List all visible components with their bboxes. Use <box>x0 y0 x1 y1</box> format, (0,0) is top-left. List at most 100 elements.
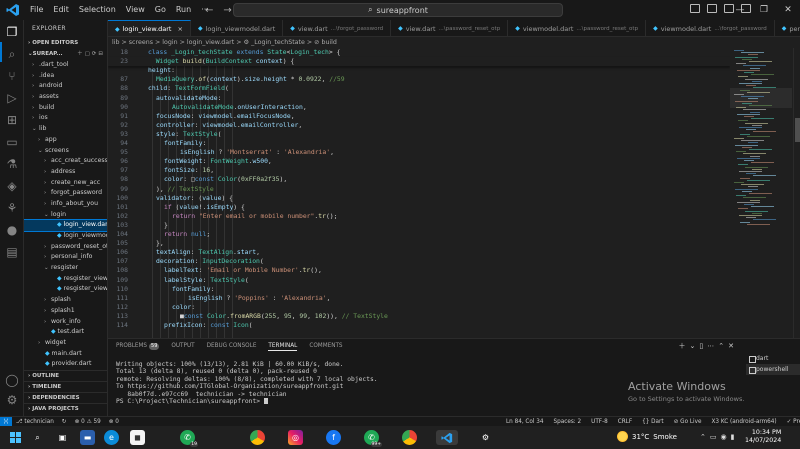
menu-item-go[interactable]: Go <box>150 0 171 20</box>
tab-6[interactable]: ◆ per <box>775 20 800 36</box>
clock[interactable]: 10:34 PM 14/07/2024 <box>745 429 781 445</box>
tab-5[interactable]: ◆ viewmodel.dart ...\forgot_password <box>646 20 775 36</box>
extensions-icon[interactable]: ⊞ <box>4 112 20 128</box>
chrome-profile-icon[interactable] <box>402 430 417 445</box>
tree-item[interactable]: ⌄ screens <box>24 146 107 157</box>
panel-tab-problems[interactable]: PROBLEMS 59 <box>116 341 160 351</box>
toggle-sidebar-icon[interactable] <box>690 4 700 13</box>
account-icon[interactable]: ◯ <box>4 372 20 388</box>
whatsapp-icon[interactable]: ✆ 19 <box>180 430 198 447</box>
tree-item[interactable]: ◆ resgister_viewmo... <box>24 284 107 295</box>
file-explorer-icon[interactable]: ▬ <box>80 430 95 445</box>
tree-item[interactable]: › assets <box>24 92 107 103</box>
windows-start-icon[interactable] <box>10 432 21 443</box>
tree-item[interactable]: › .dart_tool <box>24 60 107 71</box>
panel-tab-terminal[interactable]: TERMINAL <box>268 341 298 351</box>
tree-item[interactable]: › password_reset_otp <box>24 242 107 253</box>
tab-0[interactable]: ◆ login_view.dart × <box>108 20 191 36</box>
tree-item[interactable]: ◆ login_view.dart <box>24 219 107 232</box>
tree-item[interactable]: ◆ test.dart <box>24 327 107 338</box>
close-icon[interactable]: ✕ <box>776 0 800 20</box>
facebook-icon[interactable]: f <box>326 430 341 445</box>
terminal-instance-powershell[interactable]: powershell <box>746 364 800 375</box>
settings-gear-icon[interactable]: ⚙ <box>478 430 493 445</box>
testing-icon[interactable]: ⚗ <box>4 156 20 172</box>
run-debug-icon[interactable]: ▷ <box>4 90 20 106</box>
scrollbar-thumb[interactable] <box>795 118 800 142</box>
editor-scrollbar[interactable] <box>793 48 800 338</box>
tree-item[interactable]: ⌄ resgister <box>24 263 107 274</box>
restore-icon[interactable]: ❐ <box>752 0 776 20</box>
menu-item-run[interactable]: Run <box>171 0 196 20</box>
source-control-icon[interactable]: ⑂ <box>4 68 20 84</box>
task-view-icon[interactable]: ▣ <box>55 430 70 445</box>
tree-item[interactable]: ⌄ login <box>24 210 107 221</box>
tree-item[interactable]: ◆ login_viewmodel.... <box>24 231 107 242</box>
tree-item[interactable]: ◆ resgister_view.dart <box>24 274 107 285</box>
explorer-actions[interactable]: ＋▢⟳⊟ <box>77 49 105 60</box>
tree-item[interactable]: › .idea <box>24 71 107 82</box>
outline-section[interactable]: › OUTLINE <box>24 370 107 381</box>
back-arrow-icon[interactable]: ← <box>205 5 213 16</box>
forward-arrow-icon[interactable]: → <box>223 5 231 16</box>
tab-2[interactable]: ◆ view.dart ...\forgot_password <box>283 20 392 36</box>
panel-tab-debug-console[interactable]: DEBUG CONSOLE <box>207 341 257 351</box>
menu-item-view[interactable]: View <box>121 0 150 20</box>
tree-item[interactable]: ◆ provider.dart <box>24 359 107 370</box>
tree-item[interactable]: › address <box>24 167 107 178</box>
tree-item[interactable]: › acc_creat_successf... <box>24 156 107 167</box>
docker-icon[interactable]: ◈ <box>4 178 20 194</box>
tree-item[interactable]: › splash <box>24 295 107 306</box>
terminal-instance-dart[interactable]: dart <box>746 353 800 364</box>
minimap[interactable] <box>730 48 792 338</box>
tree-item[interactable]: › app <box>24 135 107 146</box>
tree-item[interactable]: › work_info <box>24 317 107 328</box>
panel-tab-comments[interactable]: COMMENTS <box>309 341 342 351</box>
menu-item-edit[interactable]: Edit <box>48 0 74 20</box>
instagram-icon[interactable]: ◎ <box>288 430 303 445</box>
tree-item[interactable]: ⌄ lib <box>24 124 107 135</box>
explorer-icon[interactable]: ❐ <box>4 24 20 40</box>
whatsapp-business-icon[interactable]: ✆ 99+ <box>364 430 382 447</box>
panel-actions[interactable]: ＋⌄▯⋯⌃✕ <box>679 341 738 351</box>
open-editors-section[interactable]: › OPEN EDITORS <box>24 38 107 49</box>
tree-item[interactable]: › build <box>24 103 107 114</box>
command-center-search[interactable]: ⌕ sureappfront <box>233 3 563 17</box>
code-editor[interactable]: 18 class _Login_techState extends State<L… <box>108 48 730 338</box>
tree-item[interactable]: › create_new_acc <box>24 178 107 189</box>
tab-4[interactable]: ◆ viewmodel.dart ...\password_reset_otp <box>508 20 647 36</box>
system-tray[interactable]: ⌃▭◉▮ <box>700 433 738 441</box>
tree-item[interactable]: › android <box>24 81 107 92</box>
tree-item[interactable]: › ios <box>24 113 107 124</box>
toggle-panel-icon[interactable] <box>707 4 717 13</box>
remote-explorer-icon[interactable]: ▭ <box>4 134 20 150</box>
panel-tab-output[interactable]: OUTPUT <box>171 341 194 351</box>
tree-item[interactable]: › forgot_password <box>24 188 107 199</box>
edge-icon[interactable]: e <box>104 430 119 445</box>
menu-item-selection[interactable]: Selection <box>74 0 121 20</box>
tree-item[interactable]: › personal_info <box>24 252 107 263</box>
tab-1[interactable]: ◆ login_viewmodel.dart <box>191 20 284 36</box>
timeline-section[interactable]: › TIMELINE <box>24 381 107 392</box>
github-icon[interactable]: ● <box>4 222 20 238</box>
vscode-taskbar-icon[interactable] <box>436 430 458 445</box>
tree-item[interactable]: › info_about_you <box>24 199 107 210</box>
manage-gear-icon[interactable]: ⚙ <box>4 392 20 408</box>
search-icon[interactable]: ⌕ <box>4 46 20 62</box>
flask-icon[interactable]: ⚘ <box>4 200 20 216</box>
bookmark-icon[interactable]: ▤ <box>4 244 20 260</box>
tree-item[interactable]: ◆ main.dart <box>24 349 107 360</box>
terminal-output[interactable]: Writing objects: 100% (13/13), 2.81 KiB … <box>116 361 378 405</box>
dependencies-section[interactable]: › DEPENDENCIES <box>24 392 107 403</box>
minimize-icon[interactable]: — <box>728 0 752 20</box>
search-icon[interactable]: ⌕ <box>30 430 45 445</box>
menu-item-file[interactable]: File <box>25 0 48 20</box>
tab-3[interactable]: ◆ view.dart ...\password_reset_otp <box>391 20 509 36</box>
java-projects-section[interactable]: › JAVA PROJECTS <box>24 403 107 414</box>
tree-item[interactable]: › splash1 <box>24 306 107 317</box>
close-icon[interactable]: × <box>177 25 182 33</box>
tree-item[interactable]: › widget <box>24 338 107 349</box>
chrome-icon[interactable] <box>250 430 265 445</box>
store-icon[interactable]: ◼ <box>130 430 145 445</box>
project-section[interactable]: ⌄ SUREAP... ＋▢⟳⊟ <box>24 49 107 60</box>
